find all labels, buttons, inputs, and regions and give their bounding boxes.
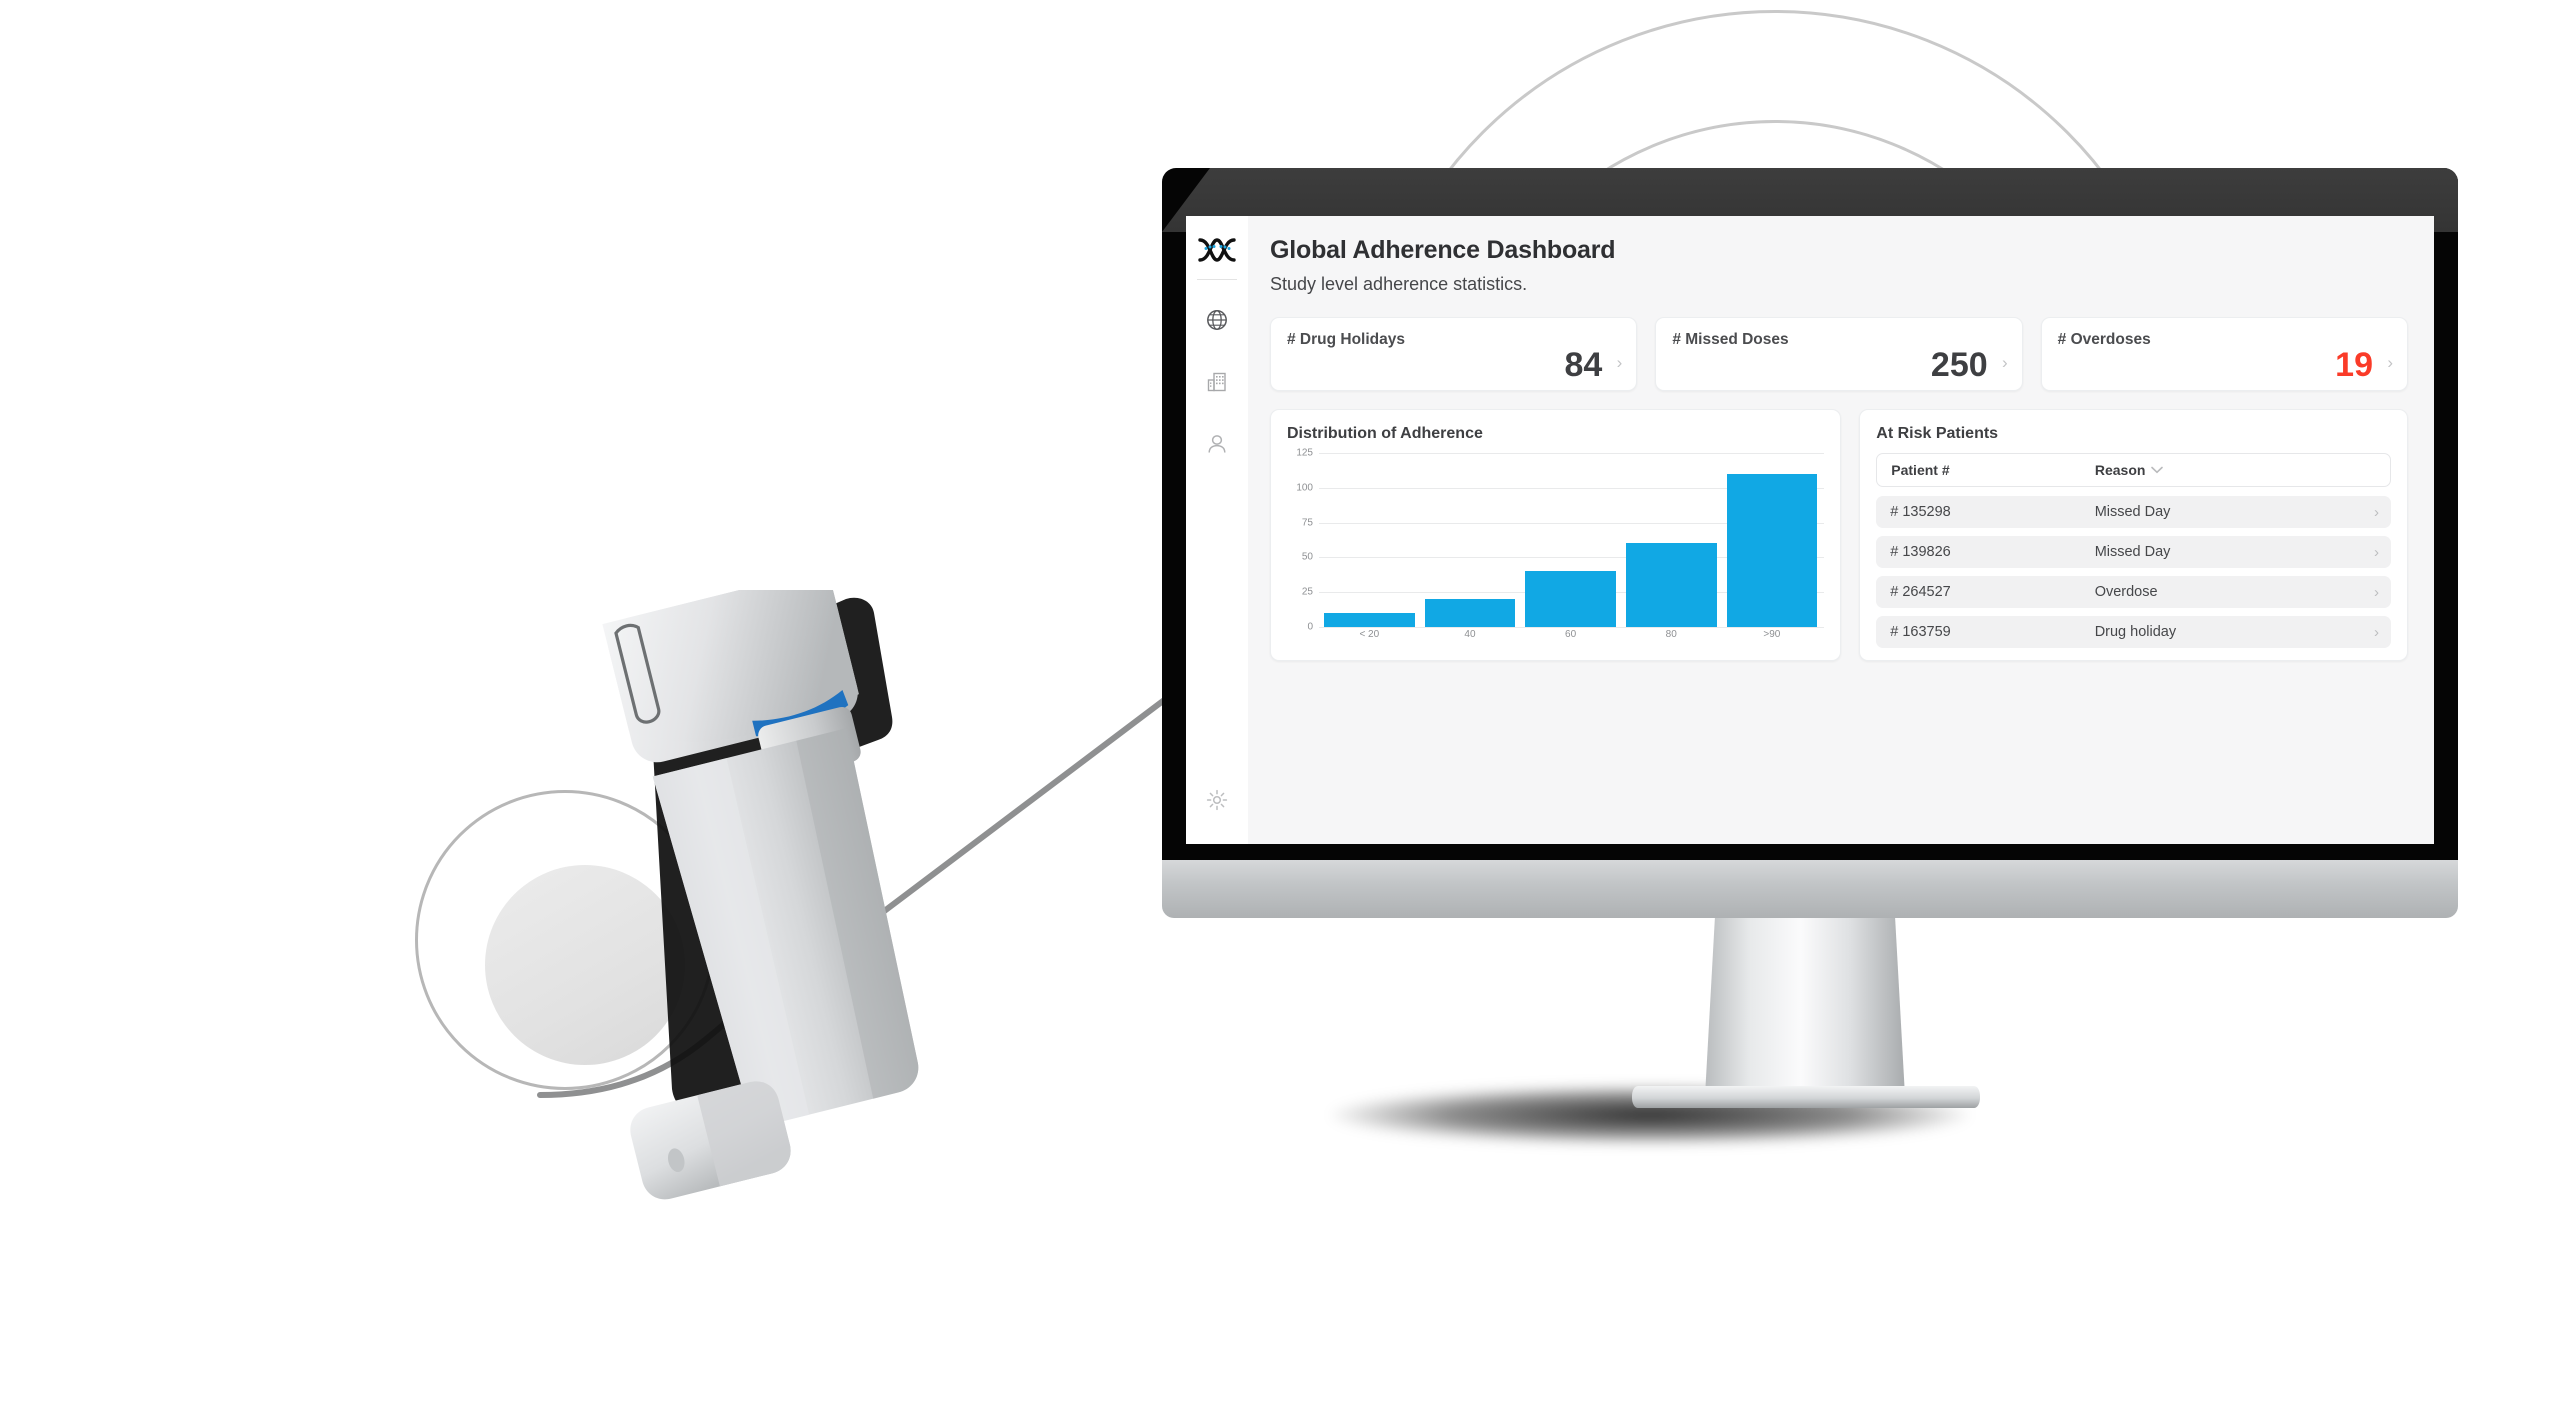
chart-y-tick-label: 125 — [1296, 447, 1313, 459]
chart-x-tick-label: 60 — [1565, 629, 1577, 640]
column-header-patient[interactable]: Patient # — [1891, 462, 2095, 478]
gear-icon — [1206, 789, 1228, 811]
sidebar-item-sites[interactable] — [1195, 360, 1239, 404]
monitor: Global Adherence Dashboard Study level a… — [1162, 168, 2458, 888]
sidebar-item-settings[interactable] — [1195, 778, 1239, 822]
table-row[interactable]: # 163759 Drug holiday › — [1876, 616, 2391, 648]
chevron-right-icon: › — [2374, 583, 2379, 601]
monitor-chin — [1162, 860, 2458, 918]
table-row[interactable]: # 139826 Missed Day › — [1876, 536, 2391, 568]
main-content: Global Adherence Dashboard Study level a… — [1248, 216, 2434, 844]
chevron-right-icon: › — [2001, 353, 2008, 372]
cell-reason: Missed Day — [2094, 544, 2171, 560]
dashboard-app: Global Adherence Dashboard Study level a… — [1186, 216, 2434, 844]
chevron-right-icon: › — [2387, 353, 2393, 372]
chart-y-tick-label: 100 — [1296, 482, 1313, 494]
sidebar — [1186, 216, 1248, 844]
cell-reason: Missed Day — [2094, 504, 2171, 520]
cell-reason: Overdose — [2094, 584, 2158, 600]
cell-patient-number: # 163759 — [1890, 624, 1951, 640]
chart-bar[interactable] — [1726, 473, 1818, 627]
chart-x-axis: < 20 40 60 80 >90 — [1319, 629, 1822, 649]
chart-panel: Distribution of Adherence 0 25 50 75 100 125 … — [1270, 409, 1842, 661]
chart-y-tick-label: 50 — [1301, 551, 1313, 563]
page-subtitle: Study level adherence statistics. — [1270, 274, 1528, 294]
table-row[interactable]: # 135298 Missed Day › — [1876, 496, 2391, 528]
stat-value: 84 — [1564, 346, 1603, 384]
stat-label: # Overdoses — [2057, 331, 2151, 348]
stat-label: # Drug Holidays — [1287, 331, 1405, 348]
stat-label: # Missed Doses — [1672, 331, 1789, 348]
adherence-bar-chart: 0 25 50 75 100 125 < 20 40 60 80 >90 — [1287, 448, 1825, 649]
chart-bar-column[interactable] — [1525, 453, 1616, 627]
stat-value: 250 — [1930, 346, 1988, 384]
chart-bars — [1319, 453, 1822, 627]
stat-card-drug-holidays[interactable]: # Drug Holidays 84 › — [1270, 317, 1638, 391]
column-header-reason[interactable]: Reason — [2095, 462, 2164, 478]
globe-icon — [1207, 310, 1227, 330]
chart-bar-column[interactable] — [1424, 453, 1516, 627]
scene: Global Adherence Dashboard Study level a… — [0, 0, 2560, 1416]
at-risk-patients-panel: At Risk Patients Patient # Reason # 1352… — [1859, 409, 2408, 661]
stats-row: # Drug Holidays 84 › # Missed Doses 250 … — [1270, 317, 2408, 391]
chart-y-tick-label: 0 — [1307, 621, 1313, 633]
chevron-right-icon: › — [1616, 353, 1623, 372]
table-body: # 135298 Missed Day › # 139826 Missed Day › # … — [1876, 496, 2391, 648]
chart-x-tick-label: >90 — [1763, 629, 1781, 640]
monitor-screen: Global Adherence Dashboard Study level a… — [1186, 216, 2434, 844]
chart-y-tick-label: 25 — [1301, 586, 1313, 598]
chart-x-tick-label: 80 — [1665, 629, 1677, 640]
chevron-down-icon — [2151, 466, 2164, 474]
monitor-base — [1632, 1086, 1980, 1108]
chart-bar[interactable] — [1324, 613, 1415, 627]
table-row[interactable]: # 264527 Overdose › — [1876, 576, 2391, 608]
cell-patient-number: # 139826 — [1890, 544, 1951, 560]
inhaler-device — [602, 590, 919, 1200]
cell-patient-number: # 264527 — [1890, 584, 1951, 600]
chart-x-tick-label: 40 — [1464, 629, 1476, 640]
person-icon — [1208, 435, 1226, 453]
chart-x-tick-label: < 20 — [1359, 629, 1380, 640]
cell-patient-number: # 135298 — [1890, 504, 1951, 520]
sidebar-item-patients[interactable] — [1195, 422, 1239, 466]
sidebar-item-global[interactable] — [1195, 298, 1239, 342]
stat-value: 19 — [2335, 346, 2373, 384]
chevron-right-icon: › — [2374, 623, 2379, 641]
chart-y-tick-label: 75 — [1301, 517, 1313, 529]
page-title: Global Adherence Dashboard — [1270, 236, 1616, 264]
chart-title: Distribution of Adherence — [1287, 425, 1483, 442]
sidebar-divider — [1197, 279, 1237, 280]
chart-bar[interactable] — [1625, 543, 1717, 627]
chart-bar[interactable] — [1525, 571, 1616, 627]
chart-bar-column[interactable] — [1324, 453, 1415, 627]
table-header-row: Patient # Reason — [1876, 453, 2391, 487]
chart-gridline — [1319, 627, 1825, 628]
chart-bar-column[interactable] — [1726, 453, 1818, 627]
chevron-right-icon: › — [2374, 503, 2379, 521]
chevron-right-icon: › — [2374, 543, 2379, 561]
dna-helix-logo[interactable] — [1195, 230, 1239, 270]
chart-bar-column[interactable] — [1625, 453, 1717, 627]
panels-row: Distribution of Adherence 0 25 50 75 100 125 … — [1270, 409, 2408, 661]
cell-reason: Drug holiday — [2094, 624, 2177, 640]
column-header-reason-label: Reason — [2094, 462, 2146, 478]
stat-card-overdoses[interactable]: # Overdoses 19 › — [2040, 317, 2408, 391]
chart-bar[interactable] — [1424, 599, 1516, 627]
stat-card-missed-doses[interactable]: # Missed Doses 250 › — [1655, 317, 2023, 391]
table-title: At Risk Patients — [1876, 425, 1999, 442]
building-icon — [1207, 372, 1226, 392]
